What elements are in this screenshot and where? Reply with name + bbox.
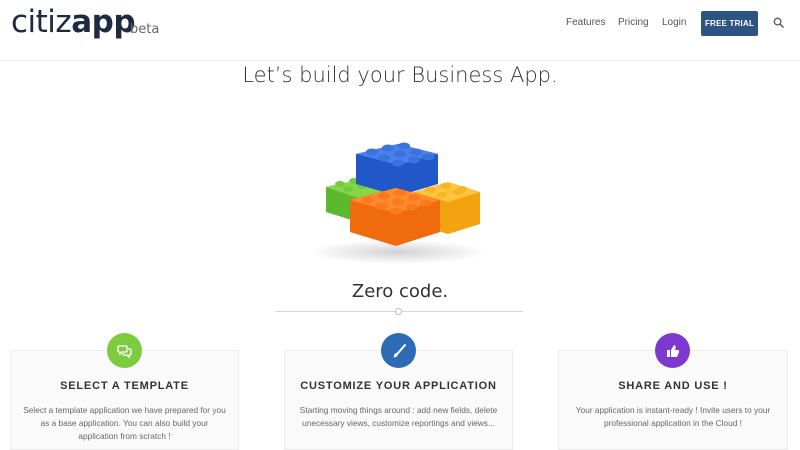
free-trial-button[interactable]: FREE TRIAL <box>701 11 758 36</box>
card-title: CUSTOMIZE YOUR APPLICATION <box>300 380 497 392</box>
logo-text-light: citiz <box>11 4 72 40</box>
beta-badge: beta <box>130 22 160 37</box>
card-title: SELECT A TEMPLATE <box>60 380 189 392</box>
page-title: Let’s build your Business App. <box>242 63 558 87</box>
lego-bricks-illustration <box>308 142 488 264</box>
hero-subtitle: Zero code. <box>351 281 449 302</box>
divider-dot <box>395 308 402 315</box>
site-header: citiz app beta Features Pricing Login FRE… <box>0 0 800 61</box>
card-text: Your application is instant-ready ! Invi… <box>575 405 771 428</box>
chat-bubbles-icon <box>107 333 142 368</box>
card-text: Select a template application we have pr… <box>23 405 226 441</box>
card-title: SHARE AND USE ! <box>618 380 728 392</box>
card-text: Starting moving things around : add new … <box>299 405 498 428</box>
logo-text-bold: app <box>71 4 136 40</box>
nav-login-link[interactable]: Login <box>662 17 686 28</box>
nav-pricing-link[interactable]: Pricing <box>618 17 649 28</box>
brush-icon <box>381 333 416 368</box>
logo[interactable]: citiz app <box>11 4 136 44</box>
search-icon[interactable] <box>773 17 784 28</box>
nav-features-link[interactable]: Features <box>566 17 605 28</box>
thumbs-up-icon <box>655 333 690 368</box>
